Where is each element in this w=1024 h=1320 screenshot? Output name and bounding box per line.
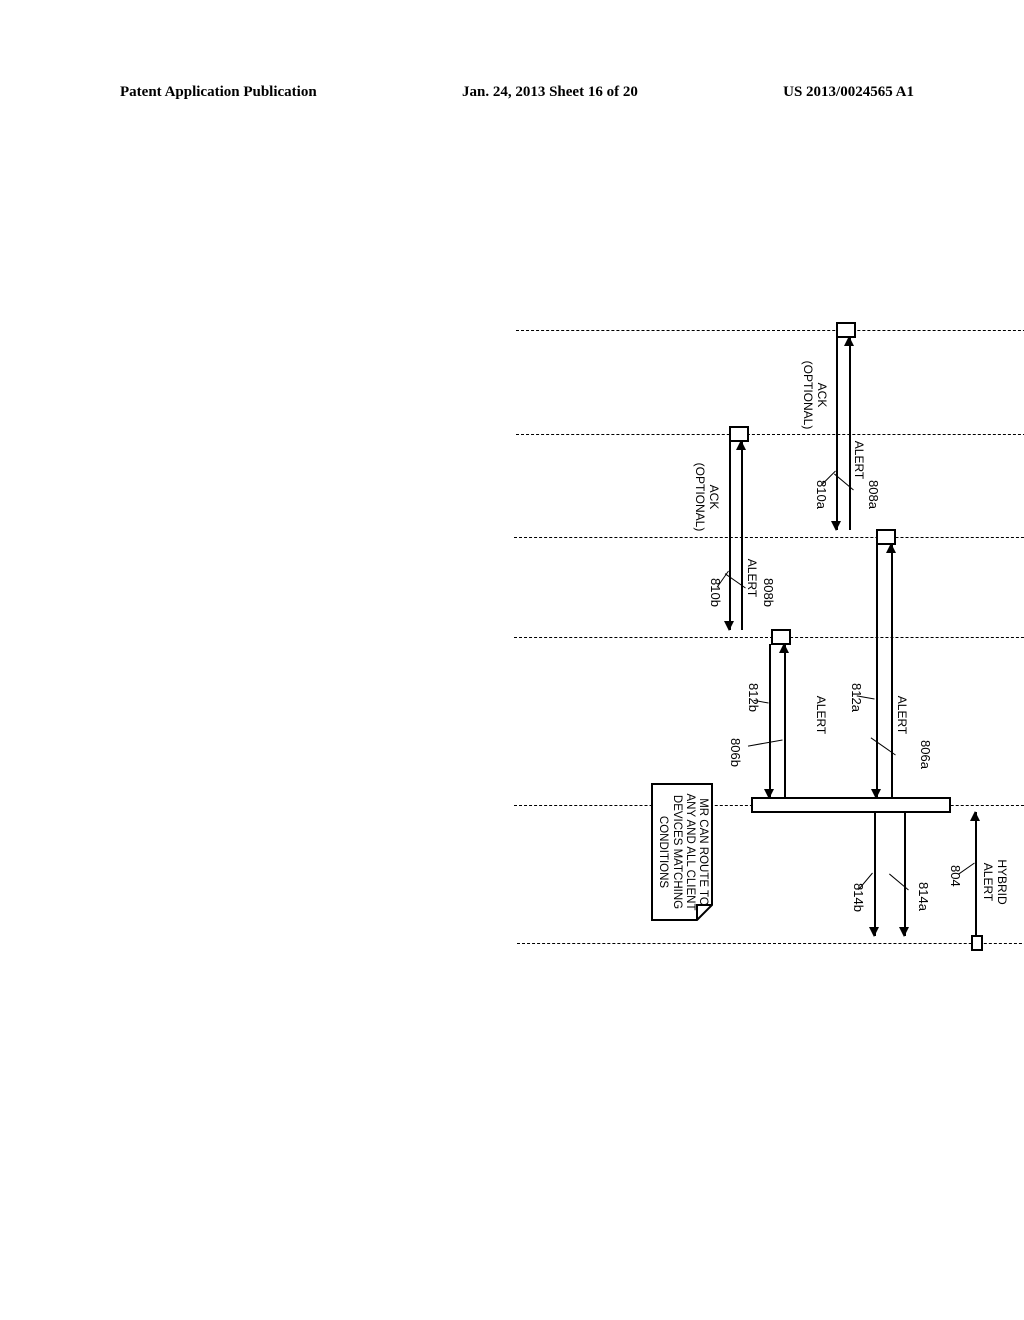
note-mr-route: MR CAN ROUTE TO ANY AND ALL CLIENT DEVIC…: [651, 783, 713, 921]
ref-812b: 812b: [746, 683, 761, 712]
lifeline-backend: [517, 943, 1024, 944]
header-right: US 2013/0024565 A1: [783, 84, 914, 101]
page-header: Patent Application Publication Jan. 24, …: [0, 84, 1024, 101]
activation-router: [751, 797, 951, 813]
ref-808b: 808b: [761, 578, 776, 607]
ref-808a: 808a: [866, 480, 881, 509]
activation-backend: [971, 935, 983, 951]
arrow-alert-806a: [891, 544, 893, 798]
ref-812a: 812a: [849, 683, 864, 712]
arrow-ack-814b: [874, 812, 876, 936]
lifeline-pg-a: [514, 537, 1024, 538]
lifeline-client-b: [516, 434, 1024, 435]
sequence-diagram: 802 XML QUERY CONDITIONS CLIENT DEVICE 1…: [431, 285, 1024, 1035]
label-alert-806b: ALERT: [814, 675, 828, 755]
lifeline-pg-b: [514, 637, 1024, 638]
callout-806b: [748, 740, 783, 747]
label-ack-810a: ACK (OPTIONAL): [801, 355, 829, 435]
ref-806a: 806a: [918, 740, 933, 769]
label-hybrid-alert: HYBRID ALERT: [981, 842, 1009, 922]
arrow-alert-808b: [741, 441, 743, 630]
ref-806b: 806b: [728, 738, 743, 767]
arrow-ack-814a: [904, 812, 906, 936]
lifeline-client-a: [516, 330, 1024, 331]
arrow-hybrid-alert: [975, 812, 977, 936]
header-center: Jan. 24, 2013 Sheet 16 of 20: [462, 84, 638, 101]
arrow-alert-808a: [849, 337, 851, 530]
ref-804: 804: [948, 865, 963, 887]
header-left: Patent Application Publication: [120, 84, 317, 101]
arrow-alert-806b: [784, 644, 786, 798]
ref-814a: 814a: [916, 882, 931, 911]
label-ack-810b: ACK (OPTIONAL): [693, 457, 721, 537]
arrow-ack-812a: [876, 544, 878, 798]
arrow-ack-812b: [769, 644, 771, 798]
label-alert-808b: ALERT: [745, 553, 759, 603]
label-alert-806a: ALERT: [895, 675, 909, 755]
note-mr-route-text: MR CAN ROUTE TO ANY AND ALL CLIENT DEVIC…: [656, 783, 713, 921]
arrow-ack-810a: [836, 337, 838, 530]
arrow-ack-810b: [729, 441, 731, 630]
label-alert-808a: ALERT: [852, 435, 866, 485]
diagram-rotated-wrap: FIG. 8B 802 XML QUERY CONDITIONS CLIENT …: [415, 285, 1024, 1035]
